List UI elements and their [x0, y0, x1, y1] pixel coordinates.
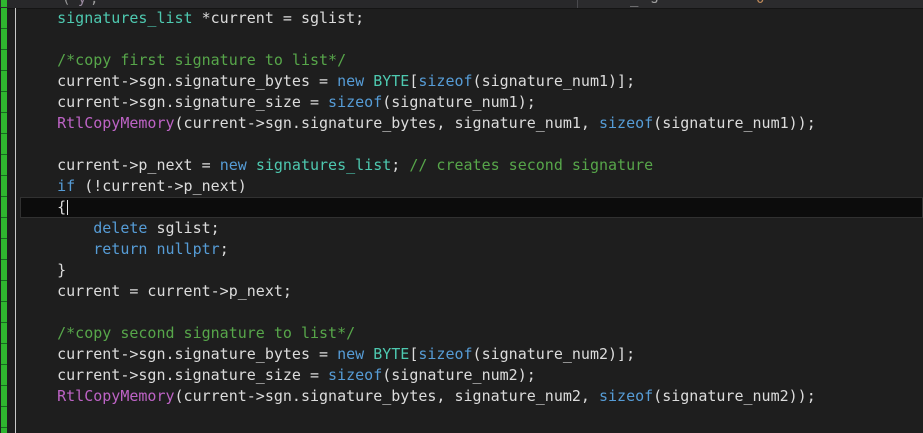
code-line[interactable]: current->sgn.signature_size = sizeof(sig… [0, 365, 923, 386]
code-token-plain: current->sgn.signature_bytes = [21, 345, 338, 363]
code-token-keyword: nullptr [156, 240, 220, 258]
code-token-keyword: sizeof [328, 366, 383, 384]
code-editor-text-area[interactable]: signatures_list *current = sglist; /*cop… [0, 8, 923, 428]
clipped-glyph-fragment: J [651, 0, 659, 6]
text-cursor [67, 200, 69, 215]
code-line[interactable]: current->sgn.signature_size = sizeof(sig… [0, 92, 923, 113]
code-token-plain: } [21, 261, 67, 279]
code-token-keyword: sizeof [418, 72, 473, 90]
code-line[interactable]: current->p_next = new signatures_list; /… [0, 155, 923, 176]
clipped-glyph-fragment: 0 [756, 0, 764, 6]
code-token-type: signatures_list [255, 156, 392, 174]
code-line[interactable]: RtlCopyMemory(current->sgn.signature_byt… [0, 113, 923, 134]
code-token-plain: (signature_num1)]; [472, 72, 636, 90]
code-token-keyword: sizeof [328, 93, 383, 111]
code-token-comment: /*copy first signature to list*/ [57, 51, 347, 69]
code-token-plain: *current = sglist; [192, 9, 365, 27]
code-token-plain: current->sgn.signature_size = [21, 93, 329, 111]
code-line[interactable]: return nullptr; [0, 239, 923, 260]
code-token-keyword: new [219, 156, 247, 174]
code-token-plain: [ [409, 72, 419, 90]
code-token-keyword: new [337, 72, 365, 90]
code-token-keyword: return [93, 240, 148, 258]
code-line[interactable]: RtlCopyMemory(current->sgn.signature_byt… [0, 386, 923, 407]
code-token-keyword: delete [93, 219, 148, 237]
code-line[interactable]: current->sgn.signature_bytes = new BYTE[… [0, 344, 923, 365]
code-token-plain: current = current->p_next; [21, 282, 292, 300]
adjacent-pane-edge [577, 0, 923, 8]
code-token-type: signatures_list [57, 9, 193, 27]
code-token-keyword: sizeof [418, 345, 473, 363]
clipped-glyph-fragment: _ [630, 0, 638, 6]
code-token-plain: (current->sgn.signature_bytes, signature… [174, 114, 599, 132]
code-token-plain: ; [219, 240, 229, 258]
code-line[interactable]: current = current->p_next; [0, 281, 923, 302]
code-token-plain: (signature_num2)]; [472, 345, 636, 363]
clipped-glyph-fragment: ; [90, 0, 98, 6]
code-line[interactable]: delete sglist; [0, 218, 923, 239]
code-token-plain: (signature_num2)); [653, 387, 816, 405]
change-bar-notch [1, 0, 7, 7]
code-token-plain: [ [409, 345, 419, 363]
code-token-plain: (current->sgn.signature_bytes, signature… [174, 387, 599, 405]
clipped-glyph-fragment: y [78, 0, 86, 6]
code-line[interactable]: { [20, 197, 923, 218]
code-token-comment: // creates second signature [409, 156, 654, 174]
code-line[interactable]: } [0, 260, 923, 281]
code-line[interactable] [0, 134, 923, 155]
code-token-keyword: if [57, 177, 76, 195]
code-line[interactable] [0, 407, 923, 428]
code-token-macro: RtlCopyMemory [57, 387, 175, 405]
code-token-plain: (!current->p_next) [75, 177, 247, 195]
code-token-plain: current->p_next = [21, 156, 220, 174]
code-token-comment: /*copy second signature to list*/ [57, 324, 356, 342]
code-line[interactable] [0, 29, 923, 50]
code-line[interactable]: /*copy first signature to list*/ [0, 50, 923, 71]
code-token-type: BYTE [373, 72, 410, 90]
code-token-plain: ; [391, 156, 410, 174]
code-line[interactable]: if (!current->p_next) [0, 176, 923, 197]
code-line[interactable]: signatures_list *current = sglist; [0, 8, 923, 29]
code-token-keyword: sizeof [598, 114, 654, 132]
code-token-plain: { [21, 198, 67, 216]
code-line[interactable]: current->sgn.signature_bytes = new BYTE[… [0, 71, 923, 92]
code-token-keyword: new [337, 345, 365, 363]
code-token-type: BYTE [373, 345, 410, 363]
code-line[interactable] [0, 302, 923, 323]
code-token-macro: RtlCopyMemory [57, 114, 175, 132]
code-editor-window: ( y; _ J 0 signatures_list *current = sglist… [0, 0, 923, 433]
code-token-plain: current->sgn.signature_bytes = [21, 72, 338, 90]
code-token-plain: (signature_num1); [382, 93, 536, 111]
code-line[interactable]: /*copy second signature to list*/ [0, 323, 923, 344]
clipped-glyph-fragment: ( [62, 0, 70, 6]
code-token-plain: current->sgn.signature_size = [21, 366, 329, 384]
code-token-plain: (signature_num2); [382, 366, 536, 384]
code-token-plain: (signature_num1)); [653, 114, 816, 132]
code-token-plain: sglist; [147, 219, 220, 237]
code-token-keyword: sizeof [598, 387, 654, 405]
